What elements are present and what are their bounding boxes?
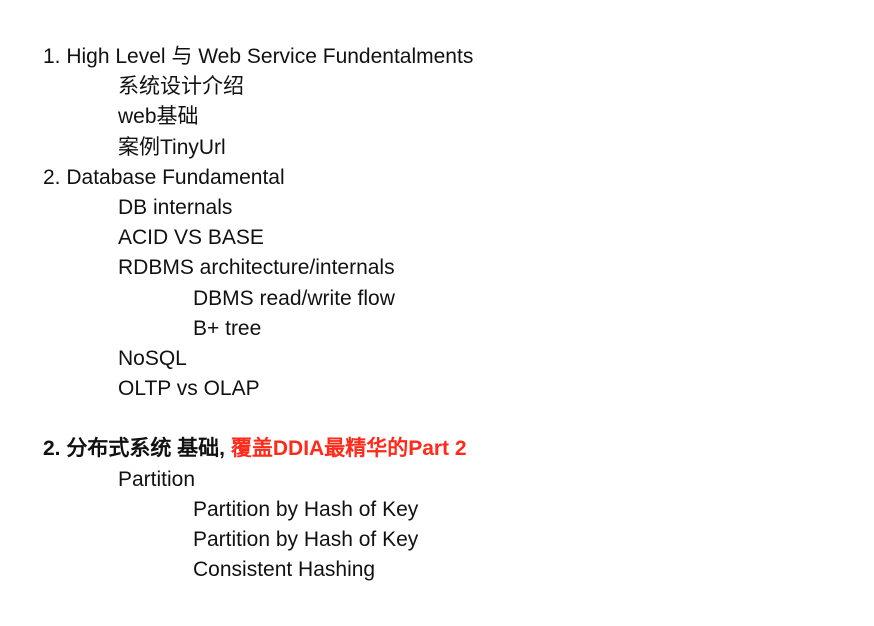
section-1-item-tinyurl-case: 案例TinyUrl <box>118 135 226 159</box>
section-2-item-nosql: NoSQL <box>118 346 187 370</box>
section-2-title: 2. Database Fundamental <box>43 165 285 189</box>
section-1-item-system-design-intro: 系统设计介绍 <box>118 75 244 99</box>
section-2-item-rdbms: RDBMS architecture/internals <box>118 256 395 280</box>
section-3-title-highlight: 覆盖DDIA最精华的Part 2 <box>230 437 467 461</box>
section-1-title: 1. High Level 与 Web Service Fundentalmen… <box>43 45 474 68</box>
section-3-title-main: 2. 分布式系统 基础, <box>43 437 231 461</box>
section-2-item-oltp-olap: OLTP vs OLAP <box>118 377 260 401</box>
section-1-item-web-basics: web基础 <box>118 105 199 129</box>
section-3-subitem-hash-key-1: Partition by Hash of Key <box>193 497 419 521</box>
section-2-subitem-rw-flow: DBMS read/write flow <box>193 286 395 310</box>
section-3-subitem-hash-key-2: Partition by Hash of Key <box>193 528 419 551</box>
section-2-item-db-internals: DB internals <box>118 195 233 219</box>
section-3-subitem-consistent-hashing: Consistent Hashing <box>193 558 376 582</box>
section-2-item-acid-vs-base: ACID VS BASE <box>118 226 264 250</box>
section-3-item-partition: Partition <box>118 467 196 491</box>
section-3-title: 2. 分布式系统 基础, 覆盖DDIA最精华的Part 2 <box>43 434 874 464</box>
document-outline: 1. High Level 与 Web Service Fundentalmen… <box>43 42 874 585</box>
section-2-subitem-btree: B+ tree <box>193 316 262 340</box>
